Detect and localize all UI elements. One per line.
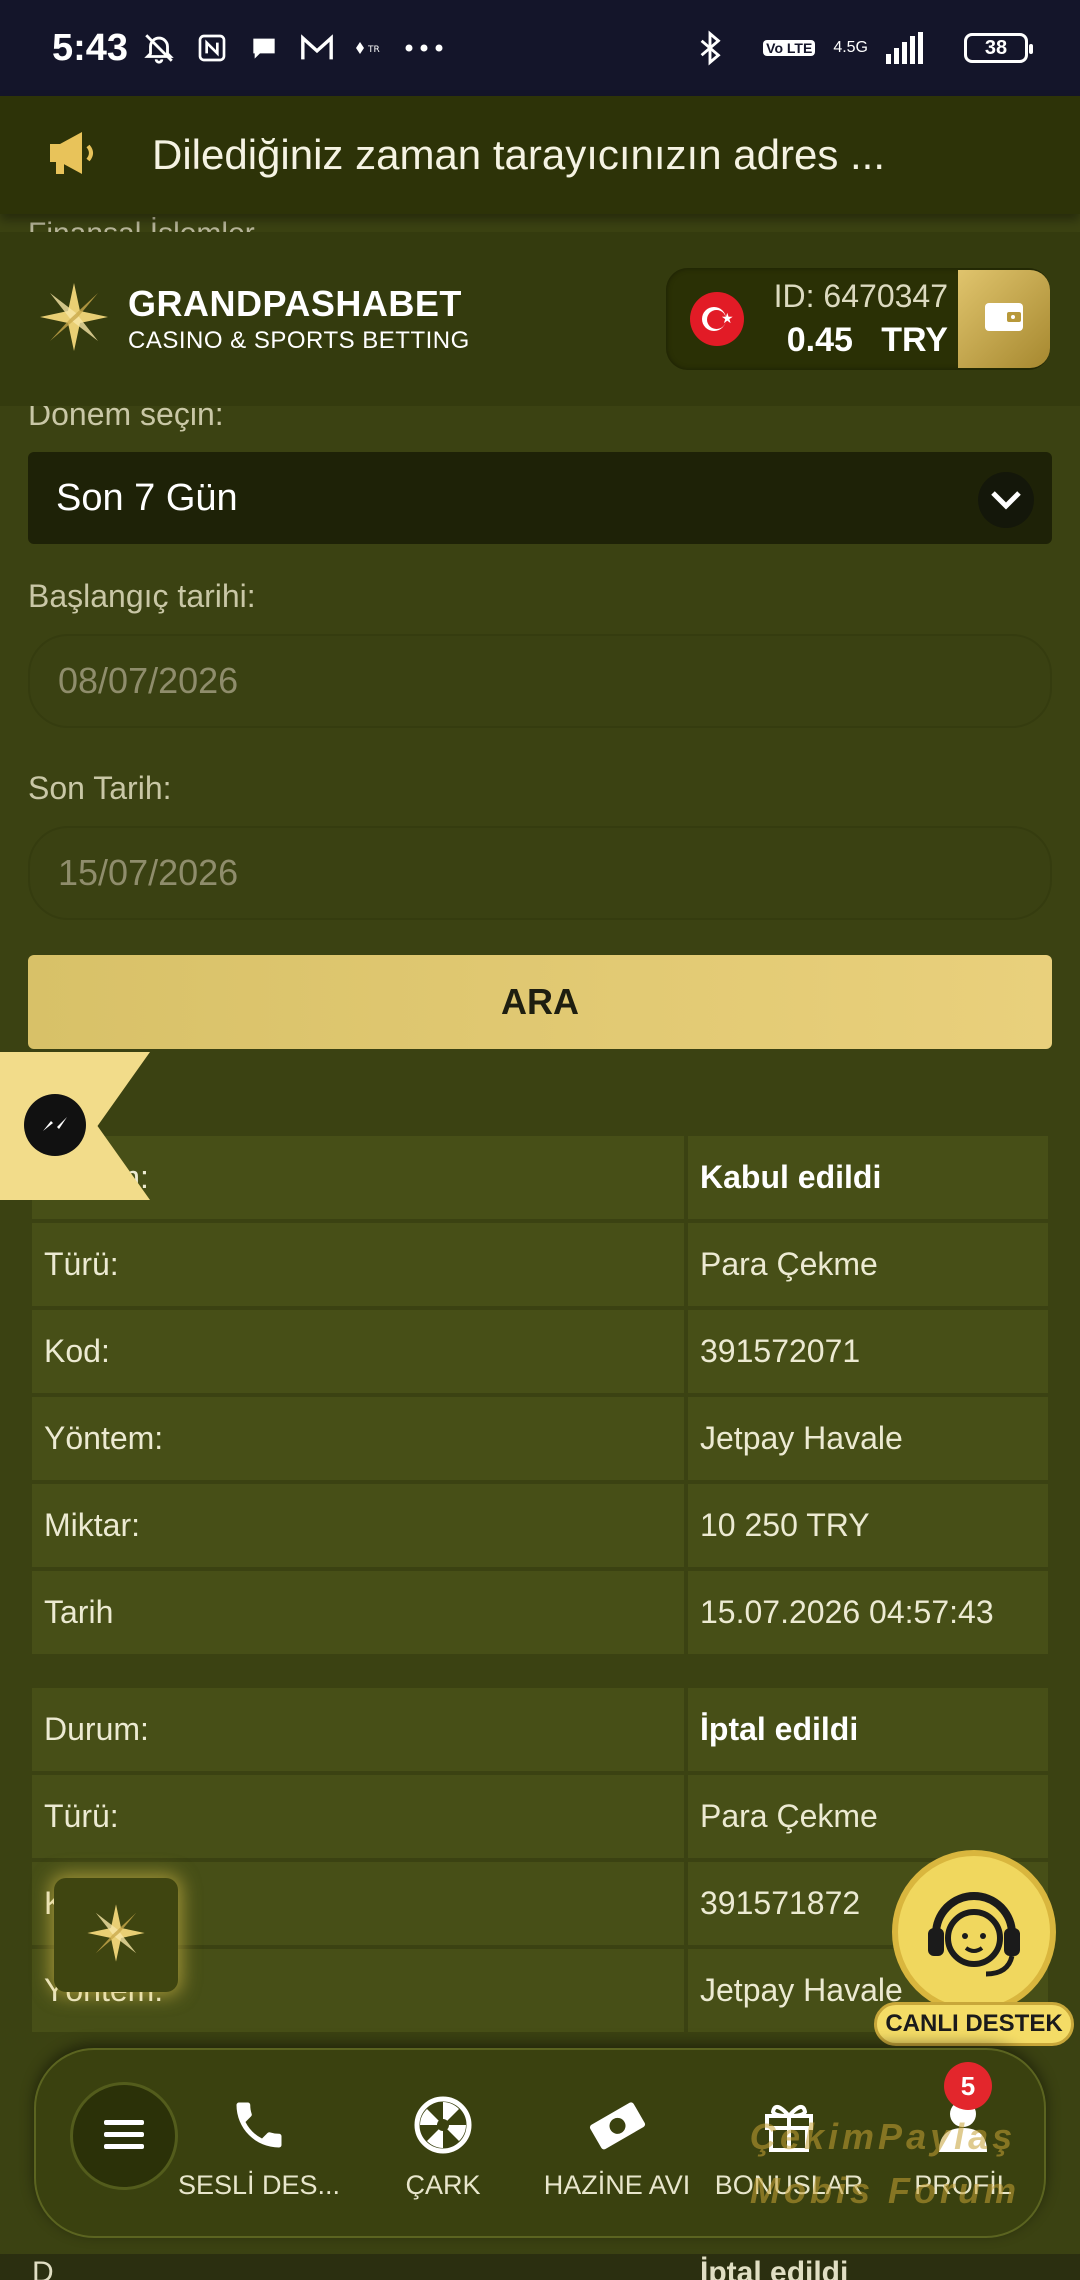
search-button[interactable]: ARA: [28, 955, 1052, 1049]
announcement-text: Dilediğiniz zaman tarayıcınızın adres ..…: [152, 131, 885, 178]
live-support-label: CANLI DESTEK: [874, 2002, 1074, 2046]
partial-table-row: D İptal edildi: [32, 2256, 848, 2280]
nav-treasure-hunt[interactable]: HAZİNE AVI: [532, 2092, 702, 2201]
bottom-strip: [0, 2254, 1080, 2280]
nav-voice-support-label: SESLİ DES...: [177, 2170, 341, 2200]
account-balance: 0.45 TRY: [774, 321, 948, 360]
nav-treasure-hunt-label: HAZİNE AVI: [543, 2170, 691, 2200]
more-dots-icon: [404, 43, 444, 53]
end-date-field[interactable]: 15/07/2026: [28, 826, 1052, 920]
period-select-value: Son 7 Gün: [56, 476, 238, 519]
partial-value: İptal edildi: [700, 2256, 849, 2280]
end-date-value: 15/07/2026: [58, 852, 239, 893]
table-row: Miktar: 10 250 TRY: [32, 1484, 1048, 1571]
table-row: Türü: Para Çekme: [32, 1775, 1048, 1862]
status-value: Kabul edildi: [688, 1136, 1048, 1219]
date-value: 15.07.2026 04:57:43: [688, 1571, 1048, 1654]
nfc-icon: [196, 32, 228, 64]
mail-icon: [300, 33, 334, 63]
table-row: Yöntem: Jetpay Havale: [32, 1397, 1048, 1484]
code-key: Kod:: [32, 1310, 684, 1393]
megaphone-icon: [46, 130, 100, 181]
table-row: Durum: Kabul edildi: [32, 1136, 1048, 1223]
balance-currency: TRY: [881, 321, 948, 359]
svg-text:TR: TR: [367, 45, 380, 55]
table-row: Durum: İptal edildi: [32, 1688, 1048, 1775]
status-bar: 5:43 TR Vo LTE 4.5G 38: [0, 0, 1080, 96]
network-type: 4.5G: [833, 39, 868, 56]
status-time: 5:43: [52, 26, 129, 69]
chevron-down-icon: [978, 472, 1034, 528]
watermark-text: ÇekimPaylaş Mobis Forum: [750, 2116, 1020, 2211]
site-header: GRANDPASHABET CASINO & SPORTS BETTING ★ …: [0, 232, 1080, 406]
menu-button[interactable]: [70, 2082, 178, 2190]
live-support-button[interactable]: CANLI DESTEK: [874, 1850, 1074, 2050]
brand-tagline: CASINO & SPORTS BETTING: [128, 327, 470, 354]
table-row: Türü: Para Çekme: [32, 1223, 1048, 1310]
partial-key: D: [32, 2256, 54, 2280]
volte-indicator: Vo LTE: [763, 40, 816, 56]
chat-bubble-icon: [248, 32, 280, 64]
financial-operations-label: Finansal İşlemler: [28, 217, 255, 234]
turkey-flag-icon: ★: [690, 292, 744, 346]
nav-wheel[interactable]: ÇARK: [358, 2092, 528, 2201]
brand-star-icon: [84, 1901, 148, 1970]
end-date-label: Son Tarih:: [28, 770, 172, 806]
nav-voice-support[interactable]: SESLİ DES...: [174, 2092, 344, 2201]
date-key: Tarih: [32, 1571, 684, 1654]
announcement-bar[interactable]: Dilediğiniz zaman tarayıcınızın adres ..…: [0, 96, 1080, 214]
amount-key: Miktar:: [32, 1484, 684, 1567]
app-logo-button[interactable]: [54, 1878, 178, 1992]
profile-notification-badge: 5: [944, 2062, 992, 2110]
account-balance-widget[interactable]: ★ ID: 6470347 0.45 TRY: [666, 268, 1050, 370]
period-select[interactable]: Son 7 Gün: [28, 452, 1052, 544]
headset-agent-icon: [892, 1850, 1056, 2014]
account-id: ID: 6470347: [773, 278, 948, 314]
signal-icon: [886, 32, 926, 64]
mute-bell-icon: [142, 31, 176, 65]
wheel-icon: [358, 2092, 528, 2158]
start-date-field[interactable]: 08/07/2026: [28, 634, 1052, 728]
amount-value: 10 250 TRY: [688, 1484, 1048, 1567]
type-key: Türü:: [32, 1775, 684, 1858]
type-value: Para Çekme: [688, 1775, 1048, 1858]
start-date-label: Başlangıç tarihi:: [28, 578, 256, 614]
bluetooth-icon: [695, 30, 725, 66]
money-icon: [532, 2092, 702, 2158]
method-value: Jetpay Havale: [688, 1397, 1048, 1480]
brand-star-icon[interactable]: [36, 279, 112, 360]
wallet-button[interactable]: [958, 270, 1050, 368]
nav-wheel-label: ÇARK: [405, 2170, 481, 2200]
code-value: 391572071: [688, 1310, 1048, 1393]
brand-name: GRANDPASHABET: [128, 283, 462, 324]
table-row: Kod: 391572071: [32, 1310, 1048, 1397]
hamburger-icon: [104, 2118, 144, 2155]
wallet-icon: [983, 299, 1025, 340]
battery-indicator: 38: [964, 33, 1033, 63]
start-date-value: 08/07/2026: [58, 660, 239, 701]
method-key: Yöntem:: [32, 1397, 684, 1480]
messenger-icon[interactable]: [24, 1094, 86, 1156]
vpn-icon: TR: [354, 36, 384, 60]
balance-amount: 0.45: [786, 321, 853, 359]
transaction-card: Durum: Kabul edildi Türü: Para Çekme Kod…: [32, 1136, 1048, 1658]
phone-icon: [174, 2092, 344, 2158]
type-key: Türü:: [32, 1223, 684, 1306]
type-value: Para Çekme: [688, 1223, 1048, 1306]
status-key: Durum:: [32, 1688, 684, 1771]
status-value: İptal edildi: [688, 1688, 1048, 1771]
table-row: Tarih 15.07.2026 04:57:43: [32, 1571, 1048, 1658]
